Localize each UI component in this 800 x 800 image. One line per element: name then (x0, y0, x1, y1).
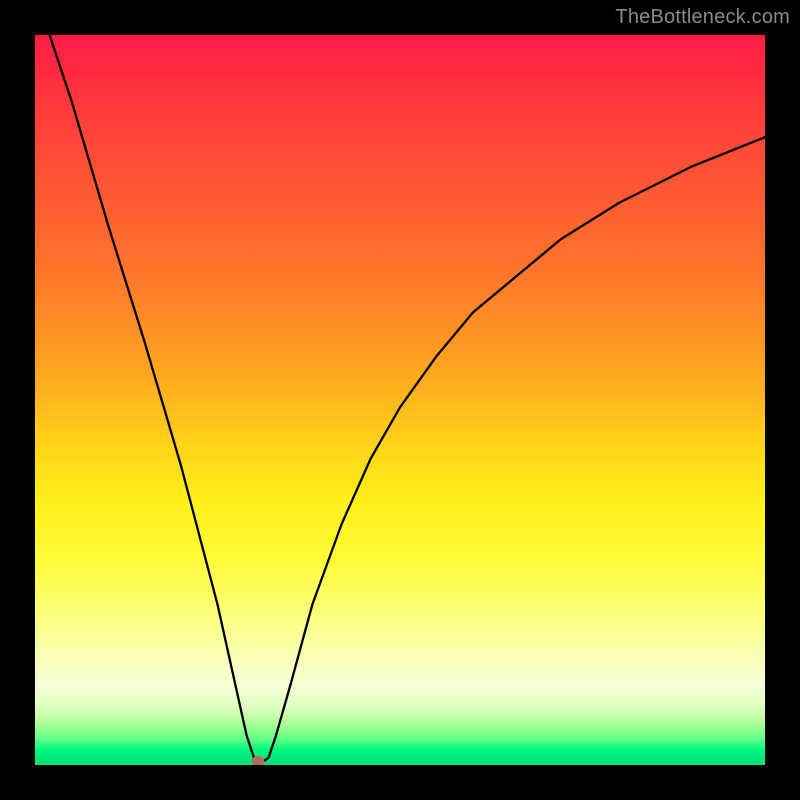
optimal-point-marker (251, 756, 264, 765)
bottleneck-curve (35, 35, 765, 765)
watermark-text: TheBottleneck.com (615, 6, 790, 29)
plot-area (35, 35, 765, 765)
chart-frame: TheBottleneck.com (0, 0, 800, 800)
